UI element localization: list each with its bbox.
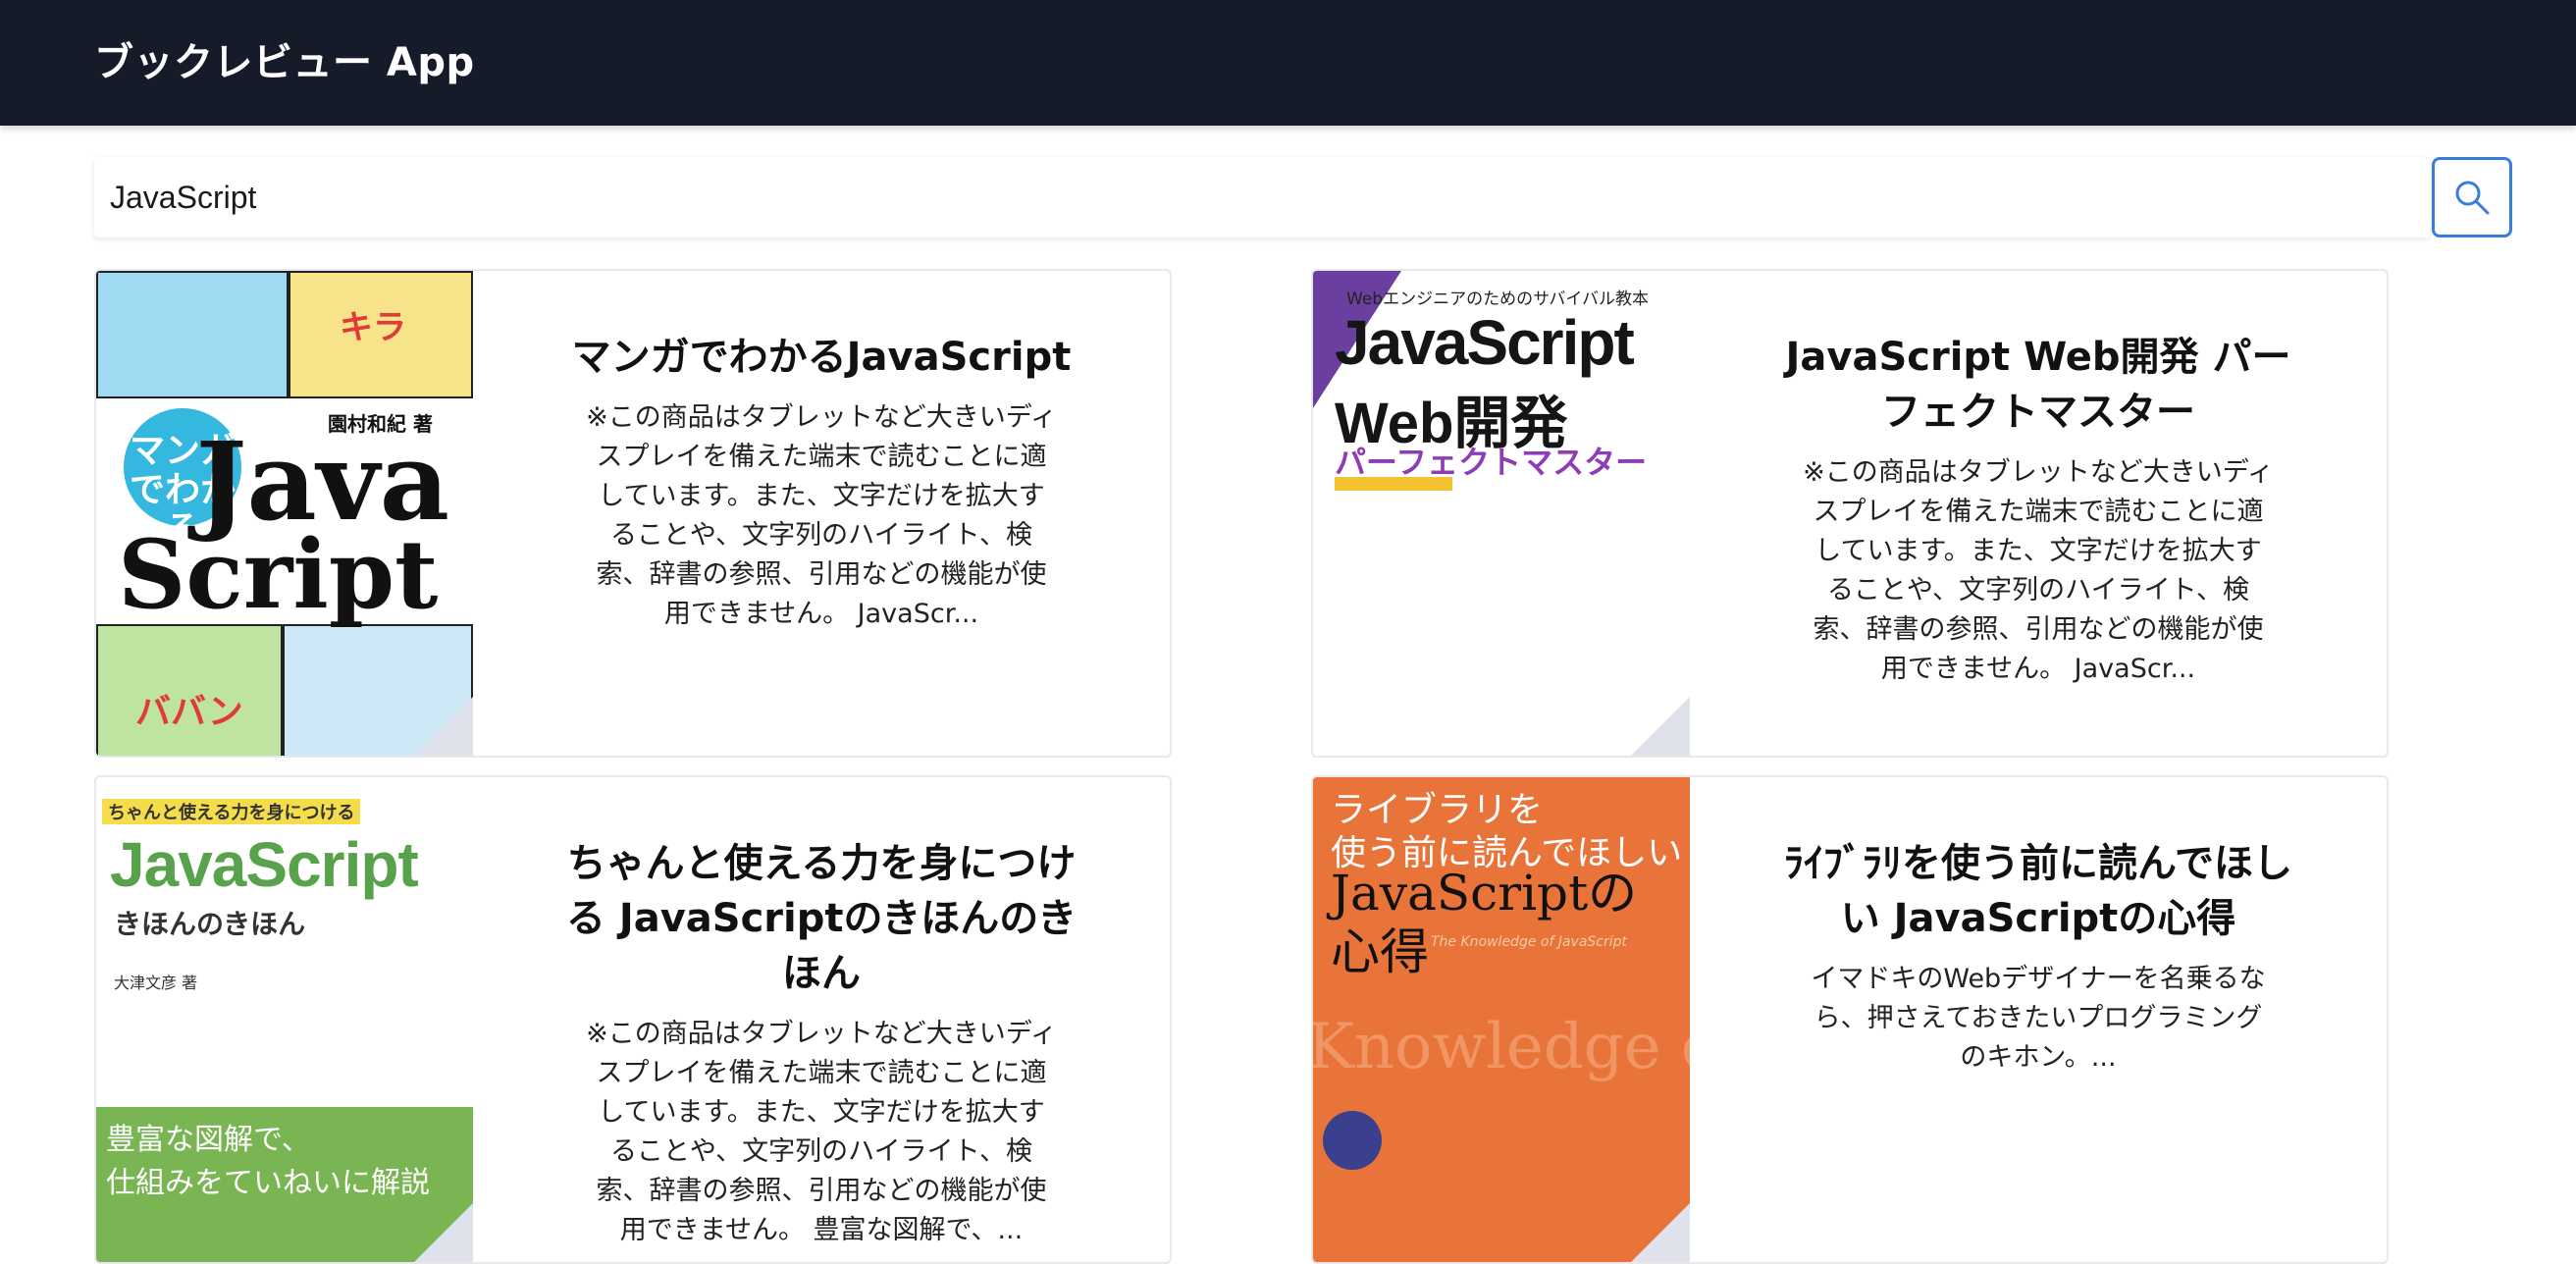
book-title[interactable]: マンガでわかるJavaScript bbox=[572, 330, 1072, 385]
book-info: JavaScript Web開発 パーフェクトマスター ※この商品はタブレットな… bbox=[1690, 271, 2387, 756]
book-description: ※この商品はタブレットなど大きいディスプレイを備えた端末で読むことに適しています… bbox=[586, 1019, 1057, 1245]
app-title: ブックレビュー App bbox=[94, 40, 475, 85]
page-curl-icon bbox=[414, 1203, 473, 1262]
cover-tagline: ちゃんと使える力を身につける bbox=[102, 799, 361, 824]
book-card[interactable]: Webエンジニアのためのサバイバル教本 JavaScript Web開発 パーフ… bbox=[1311, 269, 2389, 758]
book-cover-image[interactable]: キラ マンガでわかる 園村和紀 著 Java Script ババン bbox=[96, 271, 473, 756]
cover-subtitle: The Knowledge of JavaScript bbox=[1431, 934, 1628, 950]
book-cover-image[interactable]: Webエンジニアのためのサバイバル教本 JavaScript Web開発 パーフ… bbox=[1313, 271, 1690, 756]
book-cover-image[interactable]: Knowledge of JavaScript The Kn ライブラリを使う前… bbox=[1313, 777, 1690, 1262]
book-info: マンガでわかるJavaScript ※この商品はタブレットなど大きいディスプレイ… bbox=[473, 271, 1170, 756]
cover-sfx: キラ bbox=[340, 308, 406, 347]
search-button[interactable] bbox=[2432, 157, 2512, 237]
cover-title-line: ライブラリを 使う前に読んでほしい bbox=[1331, 790, 1683, 873]
app-header: ブックレビュー App bbox=[0, 0, 2576, 126]
cover-author: 大津文彦 著 bbox=[114, 974, 198, 992]
book-info: ちゃんと使える力を身につける JavaScriptのきほんのきほん ※この商品は… bbox=[473, 777, 1170, 1262]
book-description: イマドキのWebデザイナーを名乗るなら、押さえておきたいプログラミングのキホン。… bbox=[1811, 964, 2266, 1073]
book-info: ﾗｲﾌﾞﾗﾘを使う前に読んでほしい JavaScriptの心得 イマドキのWeb… bbox=[1690, 777, 2387, 1262]
book-title[interactable]: JavaScript Web開発 パーフェクトマスター bbox=[1768, 330, 2308, 440]
book-card[interactable]: ちゃんと使える力を身につける JavaScript きほんのきほん 大津文彦 著… bbox=[94, 775, 1172, 1264]
page-curl-icon bbox=[1631, 1203, 1690, 1262]
book-description: ※この商品はタブレットなど大きいディスプレイを備えた端末で読むことに適しています… bbox=[586, 402, 1057, 629]
book-title[interactable]: ﾗｲﾌﾞﾗﾘを使う前に読んでほしい JavaScriptの心得 bbox=[1768, 836, 2308, 946]
search-icon bbox=[2455, 181, 2490, 215]
cover-title-line: Script bbox=[118, 519, 439, 630]
cover-band-text: 豊富な図解で、 仕組みをていねいに解説 bbox=[106, 1123, 430, 1200]
cover-title-line: きほんのきほん bbox=[114, 908, 306, 940]
cover-sfx: ババン bbox=[135, 692, 243, 732]
cover-ghost-text: Knowledge of JavaScript The Kn bbox=[1313, 1011, 1690, 1083]
book-description: ※この商品はタブレットなど大きいディスプレイを備えた端末で読むことに適しています… bbox=[1803, 457, 2274, 684]
book-card[interactable]: Knowledge of JavaScript The Kn ライブラリを使う前… bbox=[1311, 775, 2389, 1264]
search-input[interactable] bbox=[94, 157, 2410, 237]
book-cover-image[interactable]: ちゃんと使える力を身につける JavaScript きほんのきほん 大津文彦 著… bbox=[96, 777, 473, 1262]
cover-title-line: JavaScriptの 心得 bbox=[1331, 865, 1638, 980]
page-curl-icon bbox=[1631, 697, 1690, 756]
cover-title-line: JavaScript bbox=[1335, 307, 1635, 378]
book-title[interactable]: ちゃんと使える力を身につける JavaScriptのきほんのきほん bbox=[552, 836, 1091, 1001]
book-card[interactable]: キラ マンガでわかる 園村和紀 著 Java Script ババン マンガでわか… bbox=[94, 269, 1172, 758]
page-curl-icon bbox=[414, 697, 473, 756]
search-bar bbox=[94, 157, 2430, 237]
cover-title-line: JavaScript bbox=[110, 829, 419, 900]
